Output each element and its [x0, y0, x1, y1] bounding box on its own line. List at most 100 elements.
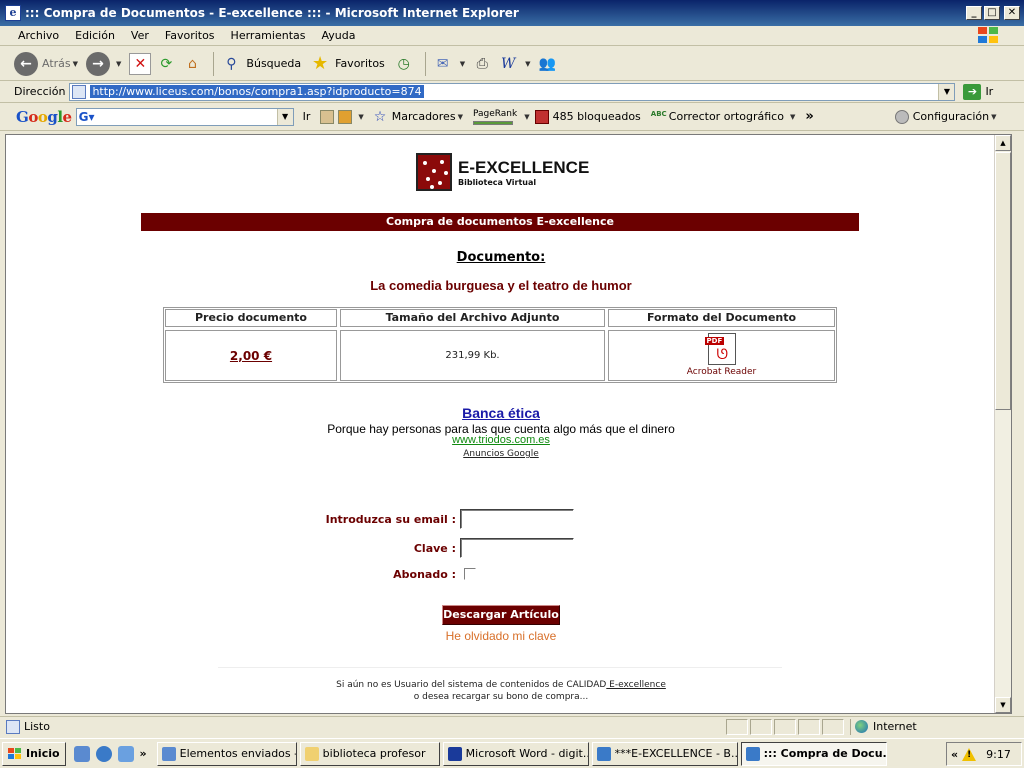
google-options-icons[interactable]: ▼ [320, 109, 364, 124]
refresh-icon[interactable]: ⟳ [155, 53, 177, 75]
pagerank-indicator[interactable]: PageRank [472, 109, 517, 125]
favorites-button[interactable]: ★ Favoritos [309, 53, 385, 75]
popup-blocker-button[interactable]: 485 bloqueados [534, 109, 641, 124]
outlook-icon[interactable] [73, 745, 90, 762]
menu-edicion[interactable]: Edición [67, 29, 123, 42]
desktop-icon[interactable] [117, 745, 134, 762]
back-button[interactable]: ← Atrás ▼ [14, 51, 78, 76]
messenger-icon[interactable]: 👥 [537, 53, 559, 75]
more-chevron-icon[interactable]: » [805, 109, 813, 124]
menu-archivo[interactable]: Archivo [10, 29, 67, 42]
e-excellence-logo: E-EXCELLENCE Biblioteca Virtual [416, 153, 589, 191]
spellcheck-button[interactable]: ABC Corrector ortográfico ▼ [651, 110, 796, 124]
start-button[interactable]: Inicio [2, 741, 66, 766]
menu-ver[interactable]: Ver [123, 29, 157, 42]
settings-button[interactable]: Configuración ▼ [894, 109, 996, 124]
document-title: La comedia burguesa y el teatro de humor [370, 278, 632, 293]
ie-quick-icon[interactable] [95, 745, 112, 762]
status-pane [798, 718, 820, 735]
task-compra-documentos[interactable]: ::: Compra de Docu... [740, 741, 887, 766]
ie-icon: e [5, 5, 21, 21]
task-folder[interactable]: biblioteca profesor [299, 741, 440, 766]
ad-title-link[interactable]: Banca ética [6, 405, 996, 421]
ad-url-link[interactable]: www.triodos.com.es [6, 434, 996, 446]
scroll-up-arrow-icon[interactable]: ▲ [995, 135, 1011, 151]
task-e-excellence[interactable]: ***E-EXCELLENCE - B... [591, 741, 738, 766]
menu-favoritos[interactable]: Favoritos [157, 29, 223, 42]
task-word[interactable]: Microsoft Word - digit... [442, 741, 589, 766]
size-cell: 231,99 Kb. [340, 330, 605, 381]
google-g-icon: G▾ [78, 109, 95, 124]
chevron-down-icon[interactable]: ▼ [73, 60, 78, 68]
stop-icon[interactable]: ✕ [129, 52, 152, 75]
history-icon[interactable]: ◷ [393, 53, 415, 75]
e-excellence-link[interactable]: E-excellence [606, 680, 666, 690]
scroll-down-arrow-icon[interactable]: ▼ [995, 697, 1011, 713]
chevron-down-icon[interactable]: ▼ [525, 60, 530, 68]
system-tray: « ! 9:17 [946, 742, 1022, 766]
tray-expand-icon[interactable]: « [951, 748, 958, 761]
home-icon[interactable]: ⌂ [181, 53, 203, 75]
subscriber-checkbox[interactable] [464, 568, 476, 580]
forward-button[interactable]: → ▼ [86, 51, 121, 76]
title-bar: e ::: Compra de Documentos - E-excellenc… [0, 0, 1024, 26]
chevron-down-icon[interactable]: ▼ [524, 113, 529, 121]
menu-ayuda[interactable]: Ayuda [313, 29, 363, 42]
bookmarks-button[interactable]: ☆ Marcadores ▼ [374, 110, 463, 124]
password-label: Clave : [413, 542, 456, 555]
clock: 9:17 [986, 747, 1011, 761]
mail-icon[interactable]: ✉ [432, 53, 454, 75]
menu-herramientas[interactable]: Herramientas [223, 29, 314, 42]
status-pane [774, 718, 796, 735]
search-button[interactable]: ⚲ Búsqueda [220, 53, 301, 75]
address-input[interactable]: http://www.liceus.com/bonos/compra1.asp?… [69, 82, 956, 101]
quick-launch: » [73, 745, 147, 762]
browser-viewport: E-EXCELLENCE Biblioteca Virtual Compra d… [5, 134, 1012, 714]
price-link[interactable]: 2,00 € [230, 349, 272, 363]
google-go-button[interactable]: Ir [303, 110, 311, 123]
outlook-icon [161, 746, 176, 761]
forward-arrow-icon: → [86, 51, 111, 76]
page-status-icon [6, 719, 20, 734]
minimize-button[interactable]: _ [966, 6, 982, 20]
document-info-table: Precio documento Tamaño del Archivo Adju… [163, 307, 837, 383]
taskbar: Inicio » Elementos enviados -... bibliot… [0, 738, 1024, 768]
close-button[interactable]: ✕ [1004, 6, 1020, 20]
status-bar: Listo Internet [0, 716, 1024, 736]
email-field[interactable] [460, 509, 574, 529]
go-arrow-icon: ➔ [963, 83, 982, 100]
task-sent-items[interactable]: Elementos enviados -... [156, 741, 297, 766]
chevron-down-icon[interactable]: ▼ [116, 60, 121, 68]
chevron-down-icon[interactable]: ▼ [938, 83, 955, 100]
download-button[interactable]: Descargar Artículo [442, 605, 560, 625]
more-chevron-icon[interactable]: » [140, 747, 147, 760]
chevron-down-icon[interactable]: ▼ [276, 108, 293, 125]
globe-icon [855, 720, 868, 733]
vertical-scrollbar[interactable]: ▲ ▼ [994, 135, 1011, 713]
logo-book-icon [416, 153, 452, 191]
warning-icon[interactable]: ! [962, 747, 977, 761]
password-field[interactable] [460, 538, 574, 558]
pagerank-bar [472, 120, 513, 125]
chevron-down-icon[interactable]: ▼ [460, 60, 465, 68]
email-label: Introduzca su email : [325, 513, 456, 526]
window-title: ::: Compra de Documentos - E-excellence … [25, 6, 519, 20]
forgot-password-link[interactable]: He olvidado mi clave [6, 629, 996, 643]
google-ads-link[interactable]: Anuncios Google [6, 449, 996, 459]
toolbar-divider [424, 51, 426, 76]
maximize-button[interactable]: □ [984, 6, 1000, 20]
go-button[interactable]: ➔ Ir [963, 83, 993, 100]
google-logo[interactable]: Google [16, 108, 72, 126]
star-icon: ★ [312, 53, 329, 74]
search-icon: ⚲ [226, 55, 237, 72]
google-search-input[interactable]: G▾ ▼ [75, 107, 294, 126]
document-label: Documento: [456, 250, 546, 265]
footer-text: Si aún no es Usuario del sistema de cont… [336, 680, 666, 702]
pdf-icon[interactable]: PDF ᘎ [704, 333, 736, 365]
print-icon[interactable]: ⎙ [471, 53, 493, 75]
scroll-thumb[interactable] [995, 152, 1011, 410]
windows-flag-icon [8, 747, 22, 760]
status-pane [822, 718, 844, 735]
word-icon[interactable]: W [497, 53, 519, 75]
address-url[interactable]: http://www.liceus.com/bonos/compra1.asp?… [90, 85, 424, 98]
